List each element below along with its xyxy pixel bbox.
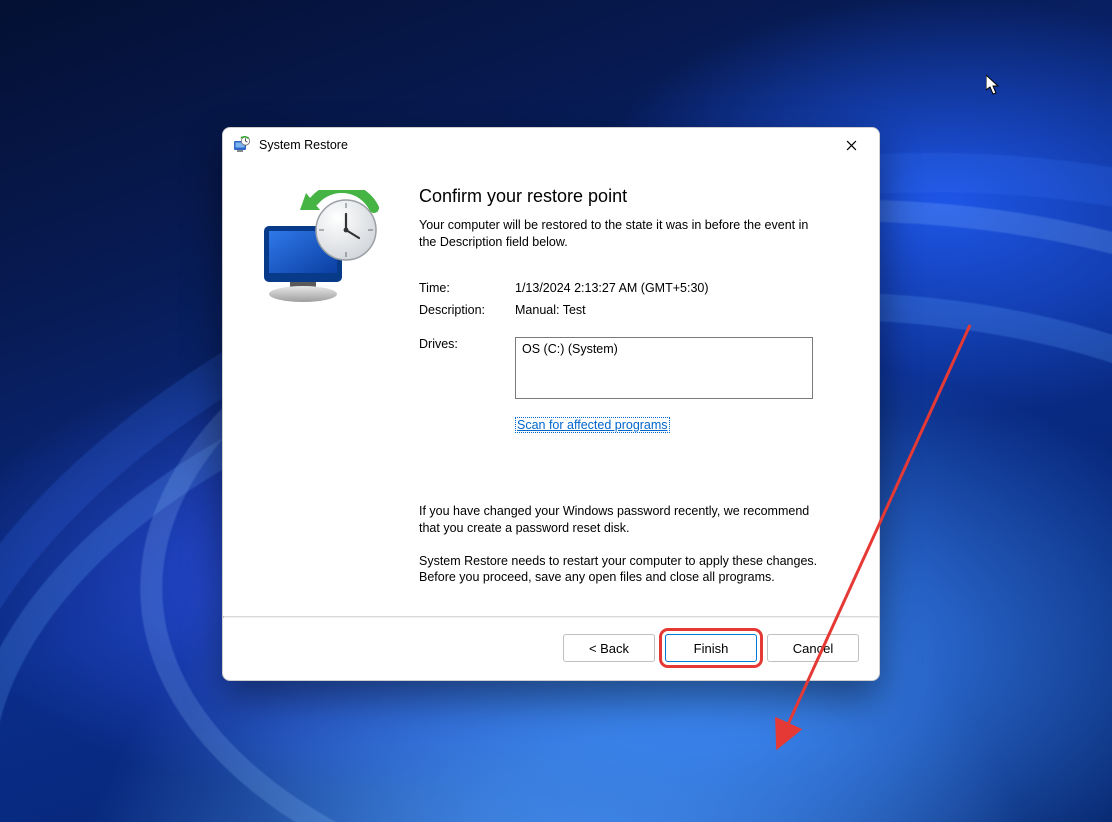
wizard-image-panel <box>223 162 419 616</box>
close-icon <box>846 140 857 151</box>
cancel-button[interactable]: Cancel <box>767 634 859 662</box>
system-restore-app-icon <box>233 136 251 154</box>
back-button[interactable]: < Back <box>563 634 655 662</box>
page-heading: Confirm your restore point <box>419 186 851 207</box>
system-restore-dialog: System Restore <box>222 127 880 681</box>
drives-listbox[interactable]: OS (C:) (System) <box>515 337 813 399</box>
restart-note: System Restore needs to restart your com… <box>419 553 829 587</box>
wizard-buttons: < Back Finish Cancel <box>223 618 879 680</box>
time-value: 1/13/2024 2:13:27 AM (GMT+5:30) <box>515 281 709 295</box>
drives-item: OS (C:) (System) <box>522 342 618 356</box>
window-title: System Restore <box>259 138 348 152</box>
description-label: Description: <box>419 303 515 317</box>
titlebar[interactable]: System Restore <box>223 128 879 162</box>
password-note: If you have changed your Windows passwor… <box>419 503 829 537</box>
system-restore-icon <box>256 190 386 310</box>
drives-label: Drives: <box>419 337 515 351</box>
close-button[interactable] <box>829 130 873 160</box>
time-label: Time: <box>419 281 515 295</box>
scan-affected-programs-link[interactable]: Scan for affected programs <box>515 417 670 433</box>
description-value: Manual: Test <box>515 303 586 317</box>
finish-button[interactable]: Finish <box>665 634 757 662</box>
intro-text: Your computer will be restored to the st… <box>419 217 819 251</box>
